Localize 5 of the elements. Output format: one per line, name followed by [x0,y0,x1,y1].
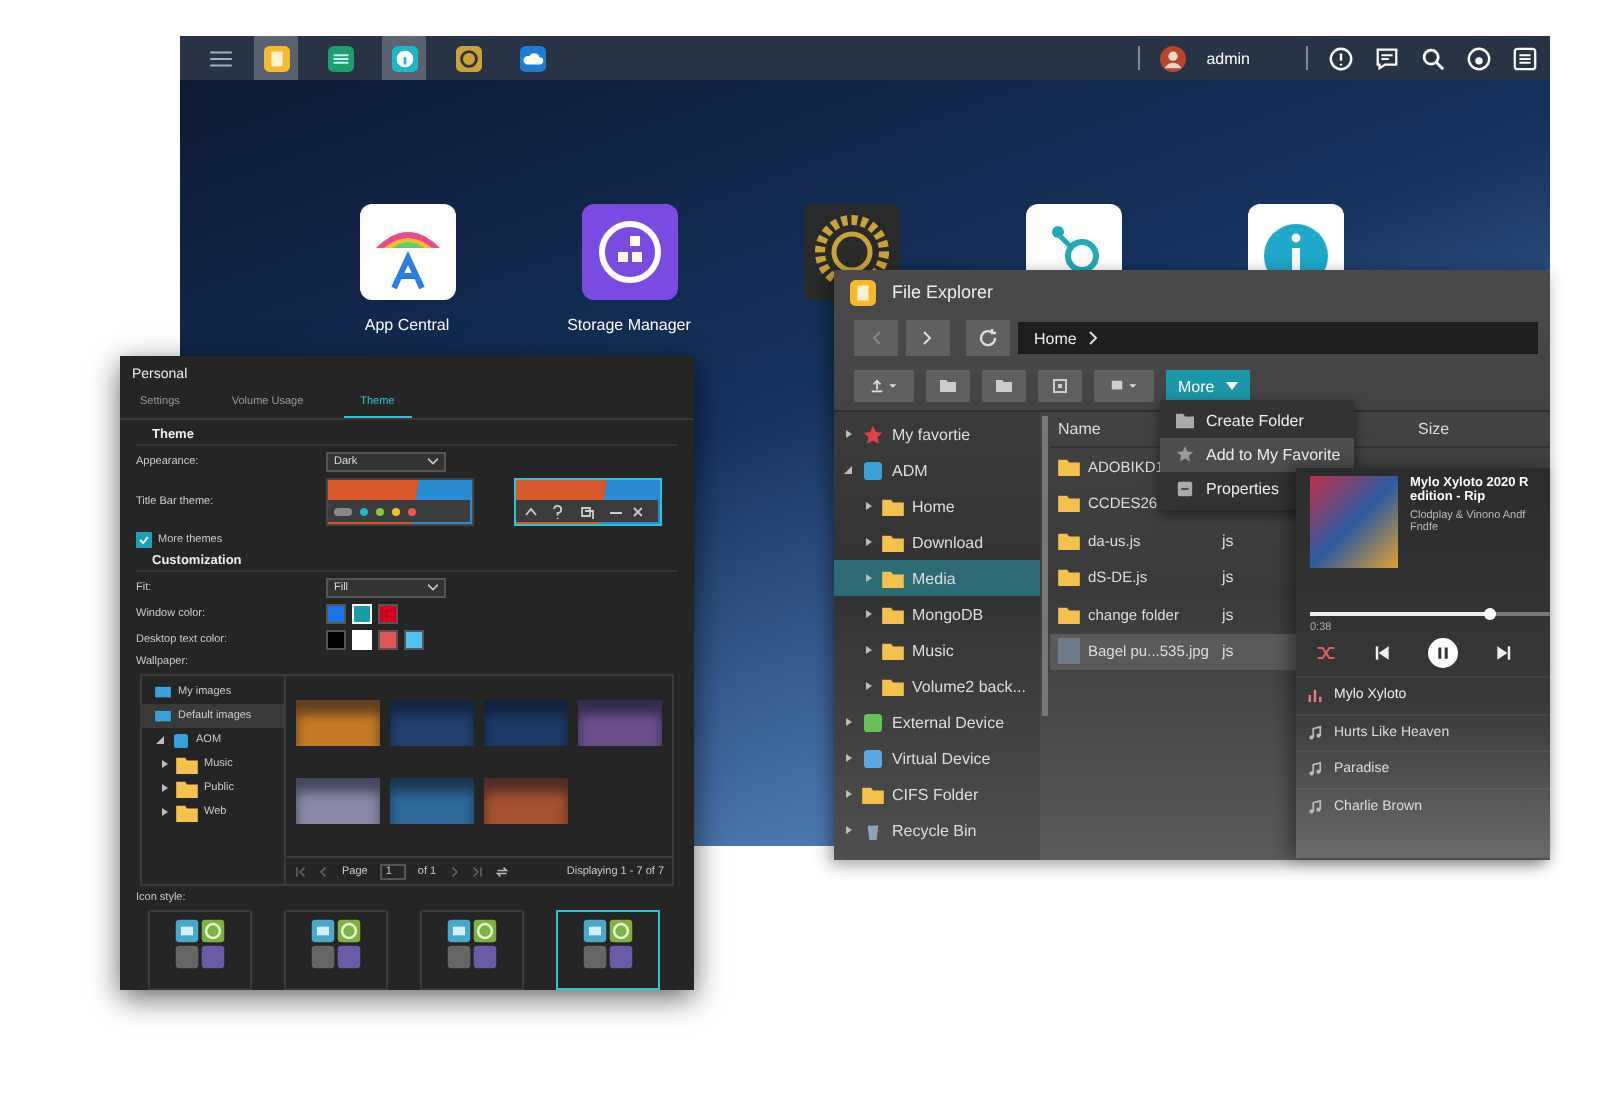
file-type: js [1222,605,1236,624]
file-type: js [1222,531,1236,550]
file-type: js [1222,568,1236,587]
file-type: js [1222,642,1236,661]
window-title: File Explorer [892,282,994,302]
